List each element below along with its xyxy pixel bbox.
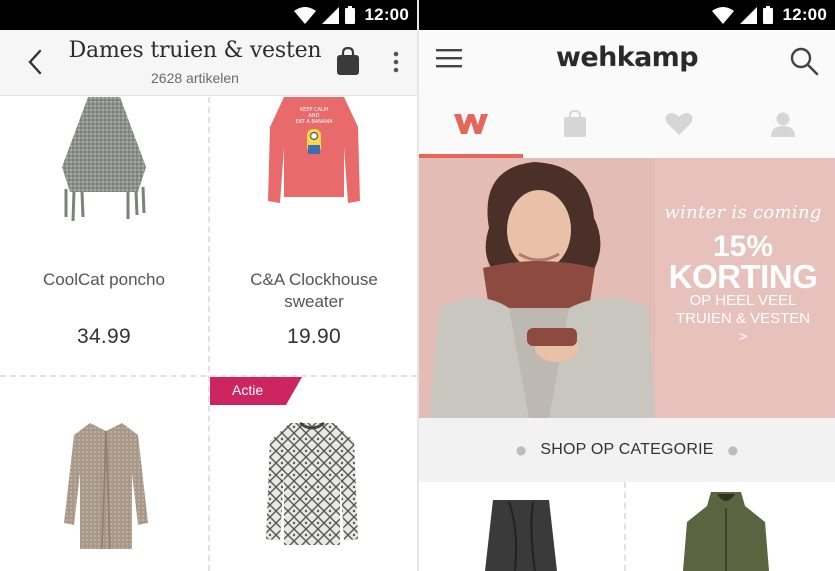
hamburger-menu-icon (436, 49, 462, 68)
menu-button[interactable] (435, 47, 465, 75)
product-price: 19.90 (286, 325, 342, 348)
status-bar: 12:00 (419, 0, 835, 30)
banner-subline: OP HEEL VEEL (689, 292, 797, 309)
product-card[interactable] (0, 377, 208, 571)
signal-icon (321, 6, 339, 24)
banner-arrow: > (738, 328, 748, 344)
shopping-bag-icon (337, 46, 359, 75)
search-button[interactable] (789, 46, 821, 78)
product-image-poncho (62, 97, 146, 222)
tab-favorites[interactable] (627, 90, 731, 158)
battery-icon (344, 6, 355, 24)
page-title: Dames truien & vesten (68, 38, 322, 63)
product-name: C&A Clockhouse sweater (250, 270, 378, 311)
shopping-bag-icon (564, 110, 586, 137)
user-icon (771, 112, 795, 137)
product-name: CoolCat poncho (43, 270, 165, 289)
back-arrow-icon (28, 49, 42, 75)
product-list-screen: 12:00 Dames truien & vesten 2628 artikel… (0, 0, 417, 571)
product-grid: CoolCat poncho 34.99 KEEP CALM AND EAT A… (0, 97, 417, 571)
tab-home[interactable] (419, 90, 523, 158)
wehkamp-w-icon (454, 114, 488, 134)
grid-divider (624, 482, 626, 571)
product-image-sweater: KEEP CALM AND EAT A BANANA (268, 97, 360, 203)
category-title: SHOP OP CATEGORIE (540, 441, 714, 458)
product-image-nordic-sweater (266, 421, 358, 545)
wehkamp-logo[interactable]: wehkamp (519, 42, 735, 73)
search-icon (790, 47, 819, 76)
clock: 12:00 (364, 5, 409, 24)
wifi-icon (711, 6, 734, 24)
svg-text:EAT A BANANA: EAT A BANANA (295, 119, 333, 125)
back-button[interactable] (18, 45, 52, 79)
banner-headline: KORTING (668, 258, 818, 295)
product-card[interactable]: KEEP CALM AND EAT A BANANA C&A Clockhous… (210, 97, 417, 375)
product-card[interactable]: Actie (210, 377, 417, 571)
category-grid (419, 482, 835, 571)
product-card[interactable]: CoolCat poncho 34.99 (0, 97, 208, 375)
home-screen: 12:00 wehkamp winter is coming 15% KORTI… (419, 0, 835, 571)
shopping-bag-button[interactable] (335, 46, 361, 77)
product-image-cardigan (64, 423, 148, 550)
banner-model-image (419, 158, 655, 418)
more-options-button[interactable] (385, 48, 407, 76)
banner-tagline: winter is coming (664, 202, 822, 223)
wifi-icon (293, 6, 316, 24)
battery-icon (762, 6, 773, 24)
sale-badge-label: Actie (232, 382, 264, 398)
heart-icon (665, 113, 693, 135)
app-bar: wehkamp (419, 30, 835, 90)
banner-subline: TRUIEN & VESTEN (675, 310, 811, 327)
category-header: ● SHOP OP CATEGORIE ● (419, 418, 835, 482)
signal-icon (739, 6, 757, 24)
promo-banner[interactable]: winter is coming 15% KORTING OP HEEL VEE… (419, 158, 835, 418)
tab-account[interactable] (731, 90, 835, 158)
category-jacket-tile[interactable] (681, 492, 771, 571)
bullet-icon: ● (727, 443, 739, 457)
status-bar: 12:00 (0, 0, 417, 30)
bullet-icon: ● (515, 443, 527, 457)
article-count: 2628 artikelen (151, 70, 239, 86)
app-bar: Dames truien & vesten 2628 artikelen (0, 30, 417, 96)
tab-bag[interactable] (523, 90, 627, 158)
product-price: 34.99 (76, 325, 132, 348)
more-vert-icon (393, 51, 399, 73)
category-skirt-tile[interactable] (479, 500, 563, 571)
clock: 12:00 (782, 5, 827, 24)
tab-bar (419, 90, 835, 158)
